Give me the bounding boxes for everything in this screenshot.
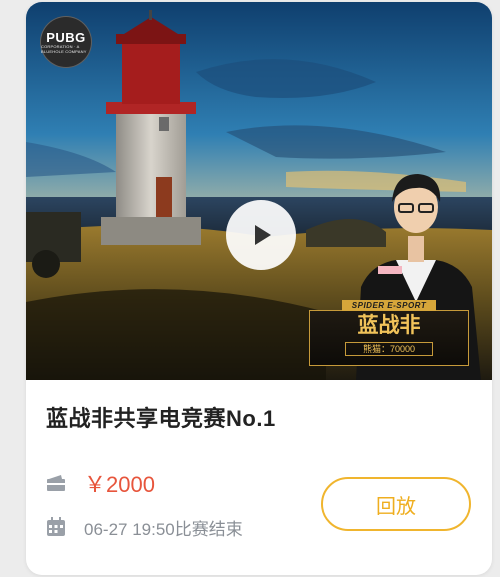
price-row: ￥2000 — [46, 468, 155, 498]
play-icon — [255, 225, 271, 245]
room-number: 熊猫：70000 — [345, 342, 433, 356]
logo-subtext: CORPORATION · A BLUEHOLE COMPANY — [41, 43, 87, 54]
logo-text: PUBG — [46, 29, 86, 45]
pubg-logo: PUBG CORPORATION · A BLUEHOLE COMPANY — [40, 16, 92, 68]
match-title: 蓝战非共享电竞赛No.1 — [46, 406, 276, 431]
replay-button[interactable]: 回放 — [321, 477, 471, 531]
time-row: 06-27 19:50比赛结束 — [46, 512, 243, 542]
play-button[interactable] — [226, 200, 296, 270]
video-thumbnail[interactable]: PUBG CORPORATION · A BLUEHOLE COMPANY SP… — [26, 2, 492, 380]
match-end-time: 06-27 19:50比赛结束 — [84, 519, 243, 539]
streamer-name: 蓝战非 — [357, 314, 421, 337]
streamer-banner: SPIDER E-SPORT 蓝战非 熊猫：70000 — [309, 300, 469, 366]
team-tag: SPIDER E-SPORT — [342, 300, 436, 311]
match-card[interactable]: PUBG CORPORATION · A BLUEHOLE COMPANY SP… — [26, 2, 492, 575]
prize-amount: ￥2000 — [84, 472, 155, 497]
ticket-icon — [47, 475, 65, 491]
calendar-icon — [47, 517, 65, 536]
